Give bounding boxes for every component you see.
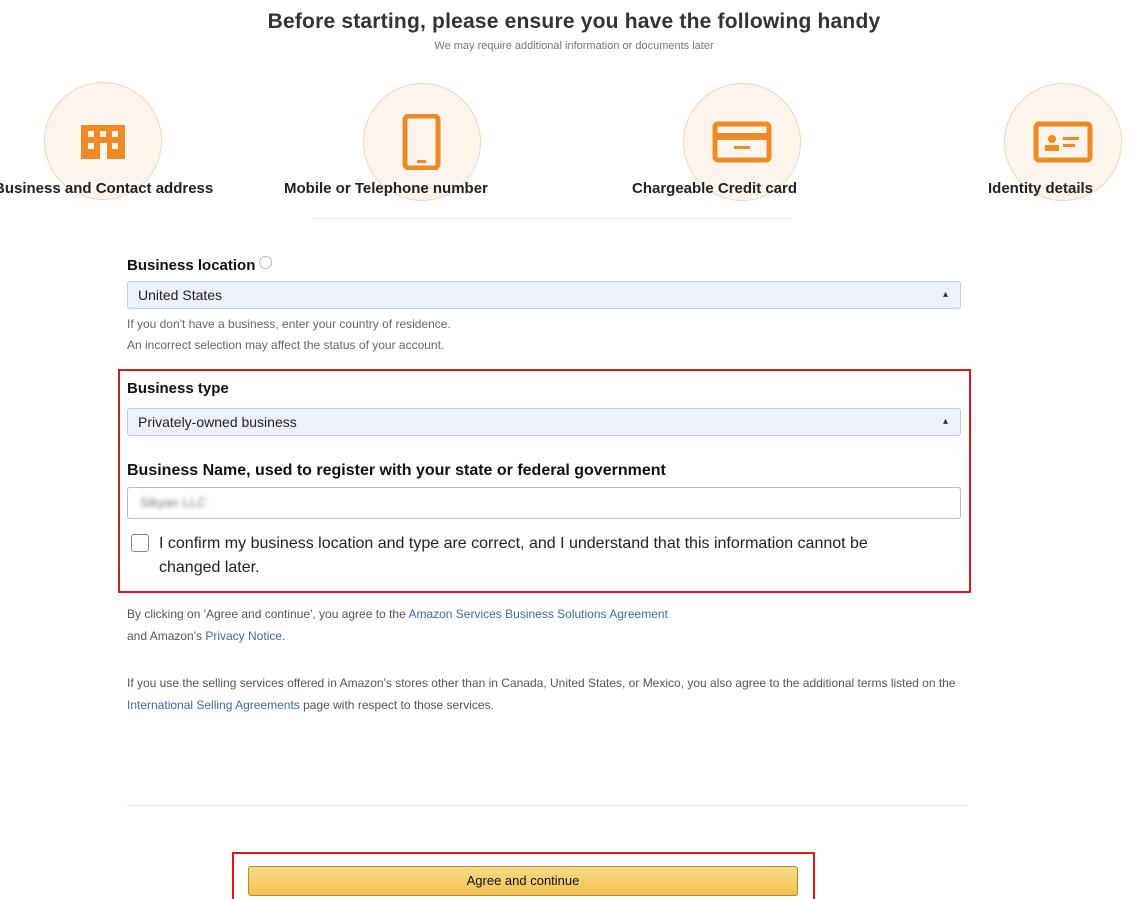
- page-title: Before starting, please ensure you have …: [267, 10, 881, 33]
- confirm-checkbox[interactable]: [131, 534, 149, 552]
- requirement-label: Mobile or Telephone number: [284, 180, 488, 197]
- requirement-label: Identity details: [988, 180, 1094, 197]
- legal-text: By clicking on 'Agree and continue', you…: [127, 607, 409, 621]
- business-name-input[interactable]: Sikyan LLC: [127, 487, 961, 519]
- business-location-help-2: An incorrect selection may affect the st…: [127, 338, 445, 352]
- business-solutions-agreement-link[interactable]: Amazon Services Business Solutions Agree…: [408, 607, 667, 621]
- business-location-help-1: If you don't have a business, enter your…: [127, 317, 451, 331]
- legal-text: If you use the selling services offered …: [127, 676, 956, 690]
- info-icon[interactable]: [259, 256, 273, 269]
- business-location-select[interactable]: United States ▴: [127, 281, 961, 309]
- privacy-notice-link[interactable]: Privacy Notice: [205, 629, 282, 643]
- business-type-value: Privately-owned business: [138, 414, 297, 430]
- confirm-label[interactable]: I confirm my business location and type …: [159, 532, 919, 580]
- business-location-label-text: Business location: [127, 257, 256, 274]
- agree-and-continue-button[interactable]: Agree and continue: [248, 866, 798, 896]
- section-divider: [312, 218, 792, 219]
- select-arrows-icon: ▴: [942, 289, 948, 300]
- requirement-label: Business and Contact address: [0, 180, 214, 197]
- page-subtitle: We may require additional information or…: [434, 40, 714, 52]
- select-arrows-icon: ▴: [942, 416, 948, 427]
- legal-text: .: [282, 629, 286, 643]
- business-type-label: Business type: [127, 380, 229, 397]
- business-type-select[interactable]: Privately-owned business ▴: [127, 408, 961, 436]
- legal-text: and Amazon's: [127, 629, 206, 643]
- business-location-value: United States: [138, 287, 223, 303]
- bottom-divider: [127, 805, 967, 806]
- business-location-label: Business location: [127, 256, 273, 274]
- legal-paragraph-2: If you use the selling services offered …: [127, 672, 967, 716]
- business-name-value: Sikyan LLC: [140, 495, 207, 510]
- international-selling-agreements-link[interactable]: International Selling Agreements: [127, 698, 300, 712]
- business-name-label: Business Name, used to register with you…: [127, 462, 666, 479]
- legal-paragraph-1: By clicking on 'Agree and continue', you…: [127, 603, 967, 647]
- legal-text: page with respect to those services.: [299, 698, 494, 712]
- requirement-label: Chargeable Credit card: [632, 180, 798, 197]
